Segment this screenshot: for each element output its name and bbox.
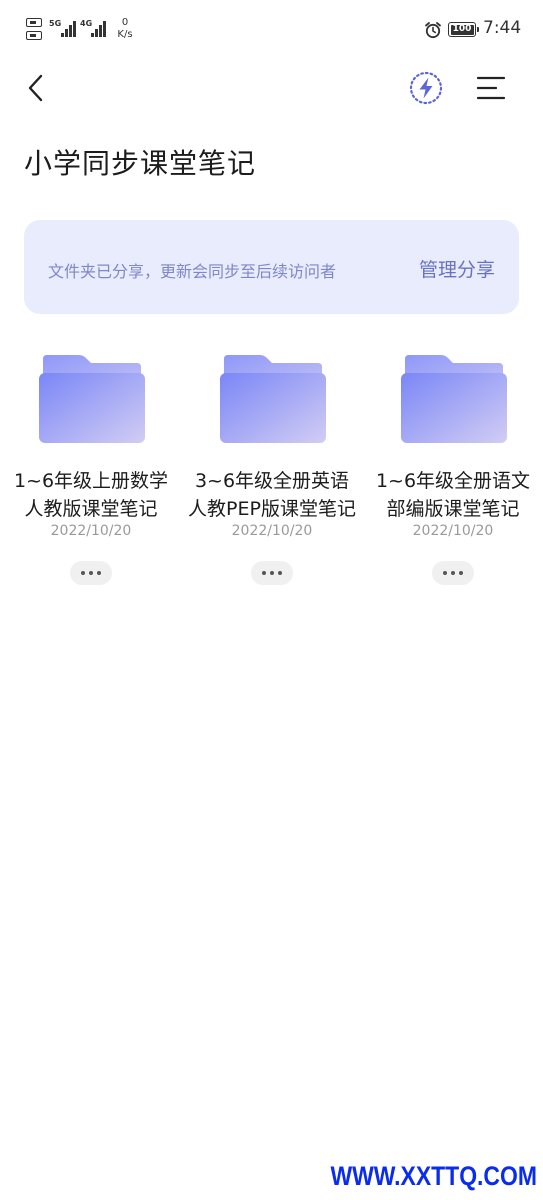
network-speed: 0 K/s [114, 17, 136, 41]
share-banner: 文件夹已分享，更新会同步至后续访问者 管理分享 [24, 220, 519, 314]
menu-lines-icon [476, 76, 506, 100]
alarm-icon [425, 22, 441, 39]
page-title: 小学同步课堂笔记 [24, 147, 257, 180]
clock: 7:44 [483, 18, 522, 38]
back-button[interactable] [16, 66, 56, 110]
folder-date: 2022/10/20 [50, 523, 132, 539]
folder-icon [401, 355, 507, 443]
signal-icon [54, 21, 76, 37]
folder-name: 1~6年级上册数学人教版课堂笔记 [13, 470, 169, 520]
more-options-button[interactable] [70, 561, 112, 585]
folder-date: 2022/10/20 [412, 523, 494, 539]
battery-level: 100 [450, 24, 474, 35]
network-speed-value: 0 [121, 17, 129, 28]
status-bar: 5G 4G 0 K/s 100 7:44 [0, 0, 543, 60]
folder-date: 2022/10/20 [231, 523, 313, 539]
more-options-button[interactable] [251, 561, 293, 585]
folder-name: 1~6年级全册语文部编版课堂笔记 [375, 470, 531, 520]
folder-icon [39, 355, 145, 443]
battery-icon: 100 [448, 22, 479, 37]
transfer-speed-button[interactable] [405, 67, 447, 109]
folder-name: 3~6年级全册英语人教PEP版课堂笔记 [188, 470, 356, 520]
folder-icon [220, 355, 326, 443]
share-banner-message: 文件夹已分享，更新会同步至后续访问者 [48, 262, 337, 281]
menu-button[interactable] [470, 67, 512, 109]
folder-item[interactable]: 1~6年级全册语文部编版课堂笔记 2022/10/20 [363, 345, 543, 595]
network-speed-unit: K/s [117, 29, 133, 40]
sim-icon [26, 16, 46, 44]
lightning-bolt-icon [409, 71, 443, 105]
signal-icon [84, 21, 106, 37]
folder-item[interactable]: 1~6年级上册数学人教版课堂笔记 2022/10/20 [1, 345, 181, 595]
folder-item[interactable]: 3~6年级全册英语人教PEP版课堂笔记 2022/10/20 [182, 345, 362, 595]
more-options-button[interactable] [432, 561, 474, 585]
watermark-text: WWW.XXTTQ.COM [330, 1161, 537, 1191]
manage-share-button[interactable]: 管理分享 [419, 255, 495, 282]
chevron-left-icon [28, 74, 43, 102]
